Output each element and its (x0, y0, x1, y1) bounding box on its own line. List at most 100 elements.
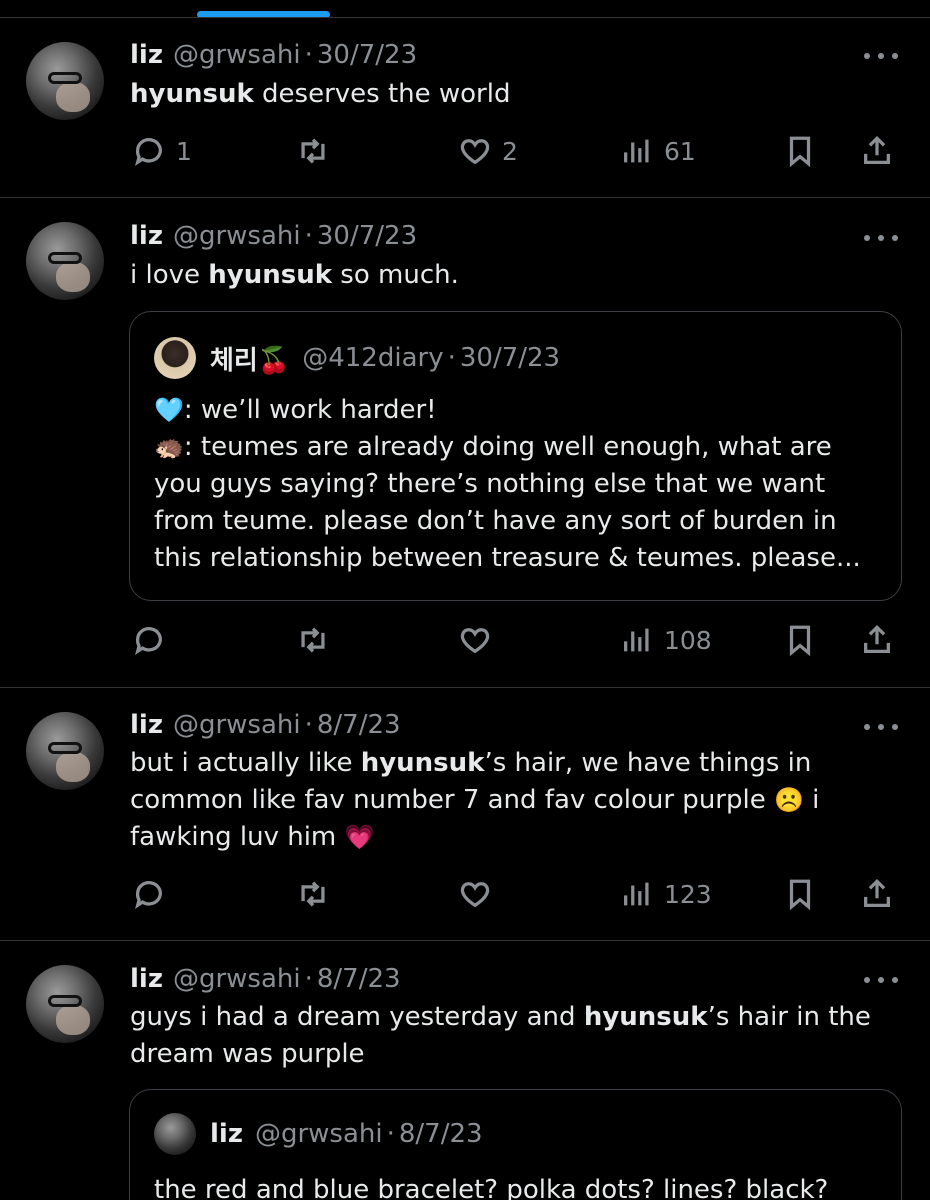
tweet[interactable]: liz @grwsahi · 30/7/23 i love hyunsuk so… (0, 198, 930, 688)
quote-avatar[interactable] (154, 337, 196, 379)
views-icon (624, 628, 649, 652)
more-icon[interactable] (864, 722, 898, 732)
more-icon[interactable] (864, 51, 898, 61)
quote-username[interactable]: @grwsahi (255, 1119, 383, 1149)
mention-text: hyunsuk (360, 748, 485, 778)
share-button[interactable] (860, 131, 894, 171)
mention-text: hyunsuk (130, 79, 254, 109)
hedgehog-icon: 🦔 (154, 433, 184, 461)
bookmark-button[interactable] (783, 620, 817, 660)
tweet-actions: 108 (0, 620, 930, 660)
separator: · (304, 40, 313, 70)
tweet-text-rest: so much. (332, 260, 459, 290)
quote-header: liz @grwsahi · 8/7/23 (154, 1113, 483, 1155)
avatar[interactable] (26, 712, 104, 790)
tweet-text-rest: deserves the world (253, 79, 511, 109)
tweet-text: hyunsuk deserves the world (130, 76, 890, 113)
quote-line-2: 🦔: teumes are already doing well enough,… (154, 429, 874, 577)
like-button[interactable]: 2 (458, 131, 518, 171)
retweet-button[interactable] (296, 874, 330, 914)
tweet-header: liz @grwsahi · 30/7/23 (130, 37, 417, 73)
separator: · (447, 343, 456, 373)
retweet-icon (301, 138, 325, 164)
views-button[interactable]: 108 (620, 620, 712, 660)
timestamp[interactable]: 30/7/23 (317, 221, 417, 251)
username[interactable]: @grwsahi (173, 221, 301, 251)
share-button[interactable] (860, 874, 894, 914)
share-icon (864, 135, 890, 164)
quote-text: the red and blue bracelet? polka dots? l… (154, 1175, 829, 1200)
username[interactable]: @grwsahi (173, 40, 301, 70)
quote-display-name[interactable]: 체리🍒 (210, 340, 290, 377)
like-button[interactable] (458, 620, 492, 660)
light-blue-heart-icon: 🩵 (154, 396, 184, 424)
like-icon (460, 628, 490, 654)
tweet-actions: 1 2 61 (0, 131, 930, 171)
share-icon (864, 878, 890, 907)
tweet[interactable]: liz @grwsahi · 30/7/23 hyunsuk deserves … (0, 18, 930, 198)
more-icon[interactable] (864, 233, 898, 243)
timestamp[interactable]: 8/7/23 (317, 710, 401, 740)
more-icon[interactable] (864, 975, 898, 985)
bookmark-button[interactable] (783, 874, 817, 914)
tweet-text: guys i had a dream yesterday and hyunsuk… (130, 999, 890, 1073)
bookmark-button[interactable] (783, 131, 817, 171)
tweet-actions: 123 (0, 874, 930, 914)
share-button[interactable] (860, 620, 894, 660)
separator: · (304, 710, 313, 740)
pink-heart-icon: 💗 (344, 823, 375, 851)
quote-display-name[interactable]: liz (210, 1119, 243, 1149)
tweet-text: i love hyunsuk so much. (130, 257, 890, 294)
retweet-button[interactable] (296, 620, 330, 660)
quoted-tweet[interactable]: liz @grwsahi · 8/7/23 the red and blue b… (129, 1089, 902, 1200)
quote-username[interactable]: @412diary (302, 343, 443, 373)
username[interactable]: @grwsahi (173, 710, 301, 740)
timestamp[interactable]: 30/7/23 (317, 40, 417, 70)
tweet-header: liz @grwsahi · 8/7/23 (130, 707, 401, 743)
reply-button[interactable] (132, 620, 166, 660)
tweet[interactable]: liz @grwsahi · 8/7/23 guys i had a dream… (0, 941, 930, 1200)
quote-line-1: 🩵: we’ll work harder! (154, 392, 874, 429)
view-count: 61 (664, 136, 696, 166)
quote-timestamp[interactable]: 30/7/23 (460, 343, 560, 373)
views-button[interactable]: 123 (620, 874, 712, 914)
reply-icon (135, 627, 162, 656)
mention-text: hyunsuk (208, 260, 333, 290)
avatar[interactable] (26, 222, 104, 300)
reply-button[interactable] (132, 874, 166, 914)
tweet[interactable]: liz @grwsahi · 8/7/23 but i actually lik… (0, 688, 930, 941)
like-count: 2 (502, 136, 518, 166)
quote-header: 체리🍒 @412diary · 30/7/23 (154, 337, 560, 379)
display-name[interactable]: liz (130, 964, 163, 994)
view-count: 123 (664, 879, 712, 909)
quote-line-2-text: : teumes are already doing well enough, … (154, 432, 861, 573)
views-icon (624, 139, 649, 163)
like-button[interactable] (458, 874, 492, 914)
share-icon (864, 624, 890, 653)
quote-timestamp[interactable]: 8/7/23 (399, 1119, 483, 1149)
reply-icon (135, 138, 162, 167)
avatar[interactable] (26, 42, 104, 120)
timestamp[interactable]: 8/7/23 (317, 964, 401, 994)
display-name[interactable]: liz (130, 40, 163, 70)
avatar[interactable] (26, 965, 104, 1043)
quote-avatar[interactable] (154, 1113, 196, 1155)
display-name[interactable]: liz (130, 221, 163, 251)
display-name[interactable]: liz (130, 710, 163, 740)
tweet-text-start: i love (130, 260, 209, 290)
username[interactable]: @grwsahi (173, 964, 301, 994)
tweet-text-start: but i actually like (130, 748, 361, 778)
reply-button[interactable]: 1 (132, 131, 192, 171)
like-icon (460, 882, 490, 908)
views-icon (624, 882, 649, 906)
tweet-header: liz @grwsahi · 8/7/23 (130, 961, 401, 997)
quote-line-1-text: : we’ll work harder! (183, 395, 437, 425)
retweet-icon (301, 627, 325, 653)
retweet-button[interactable] (296, 131, 330, 171)
quoted-tweet[interactable]: 체리🍒 @412diary · 30/7/23 🩵: we’ll work ha… (129, 311, 902, 601)
separator: · (304, 964, 313, 994)
tweet-text-start: guys i had a dream yesterday and (130, 1002, 584, 1032)
bookmark-icon (789, 879, 811, 911)
quote-text: 🩵: we’ll work harder! 🦔: teumes are alre… (154, 392, 874, 577)
views-button[interactable]: 61 (620, 131, 696, 171)
